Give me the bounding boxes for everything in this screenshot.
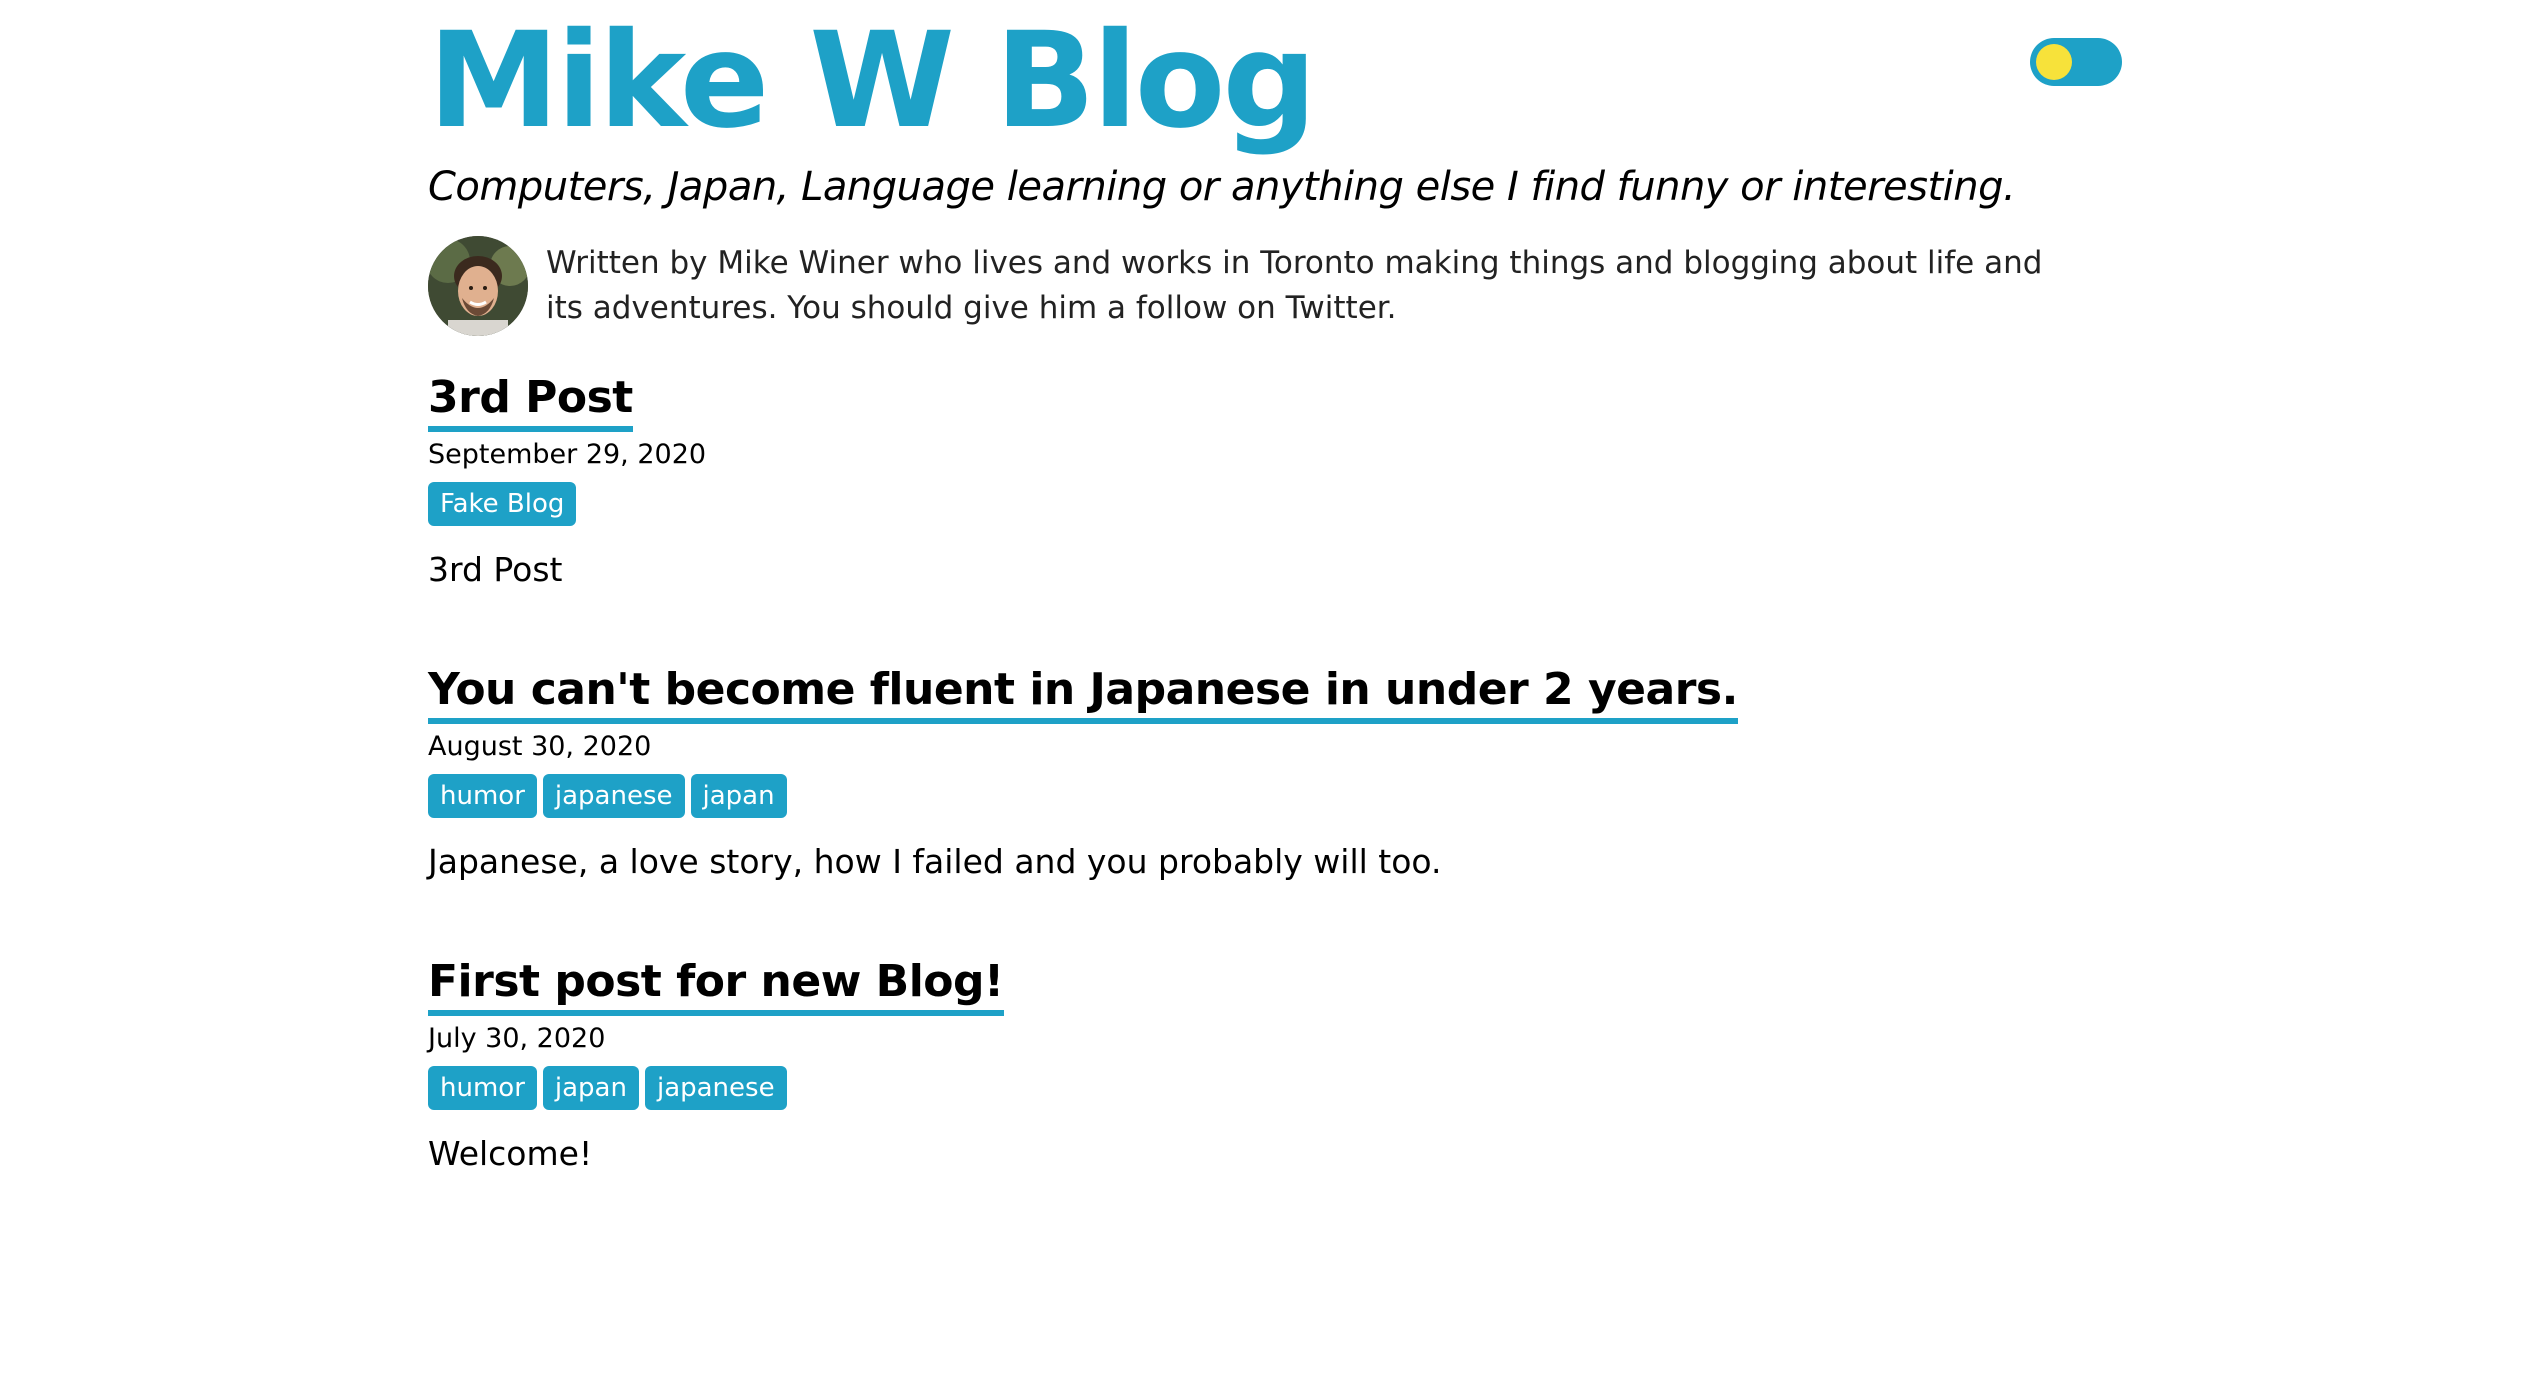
- post-title-link[interactable]: You can't become fluent in Japanese in u…: [428, 662, 1738, 724]
- tag-badge[interactable]: Fake Blog: [428, 482, 577, 526]
- post-list: 3rd Post September 29, 2020 Fake Blog 3r…: [428, 370, 2118, 1176]
- post-date: September 29, 2020: [428, 439, 707, 470]
- site-title[interactable]: Mike W Blog: [428, 0, 2118, 156]
- post-date: July 30, 2020: [428, 1023, 606, 1054]
- page: Mike W Blog Computers, Japan, Language l…: [0, 0, 2548, 1376]
- post-excerpt: Japanese, a love story, how I failed and…: [428, 842, 1442, 881]
- tag-badge[interactable]: japan: [690, 774, 787, 818]
- post-excerpt: 3rd Post: [428, 550, 563, 589]
- post-item: First post for new Blog! July 30, 2020 h…: [428, 954, 2118, 1176]
- site-header: Mike W Blog Computers, Japan, Language l…: [428, 0, 2118, 214]
- avatar-image: [428, 236, 528, 336]
- tag-badge[interactable]: japanese: [542, 774, 685, 818]
- post-excerpt: Welcome!: [428, 1134, 593, 1173]
- tag-badge[interactable]: humor: [428, 1066, 537, 1110]
- site-tagline: Computers, Japan, Language learning or a…: [428, 164, 2016, 210]
- tag-badge[interactable]: humor: [428, 774, 537, 818]
- theme-toggle[interactable]: [2030, 38, 2122, 86]
- main-container: Mike W Blog Computers, Japan, Language l…: [428, 0, 2118, 1246]
- post-item: 3rd Post September 29, 2020 Fake Blog 3r…: [428, 370, 2118, 592]
- post-title-link[interactable]: First post for new Blog!: [428, 954, 1004, 1016]
- post-tags: Fake Blog: [428, 482, 2118, 526]
- tag-badge[interactable]: japanese: [644, 1066, 787, 1110]
- author-bio: Written by Mike Winer who lives and work…: [428, 236, 2118, 336]
- post-tags: humor japan japanese: [428, 1066, 2118, 1110]
- avatar: [428, 236, 528, 336]
- sun-icon: [2036, 44, 2072, 80]
- bio-text: Written by Mike Winer who lives and work…: [546, 245, 2043, 326]
- post-date: August 30, 2020: [428, 731, 652, 762]
- post-tags: humor japanese japan: [428, 774, 2118, 818]
- tag-badge[interactable]: japan: [542, 1066, 639, 1110]
- post-title-link[interactable]: 3rd Post: [428, 370, 633, 432]
- post-item: You can't become fluent in Japanese in u…: [428, 662, 2118, 884]
